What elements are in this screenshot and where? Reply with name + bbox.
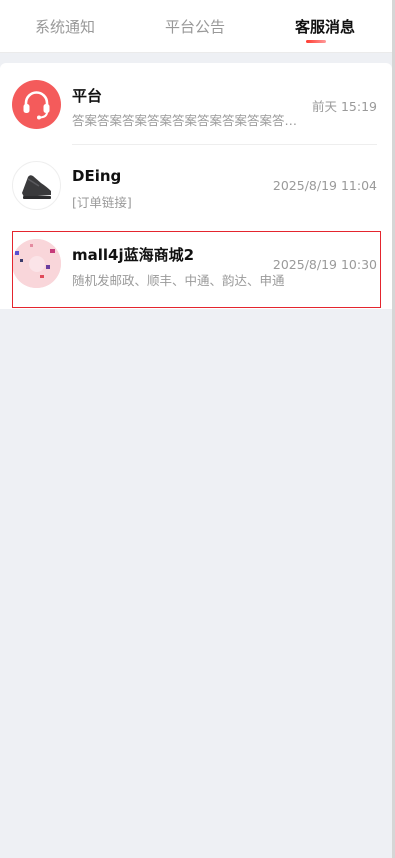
conversation-title: mall4j蓝海商城2 (72, 246, 195, 264)
tab-system-notice[interactable]: 系统通知 (0, 0, 130, 52)
conversation-item-platform[interactable]: 平台 答案答案答案答案答案答案答案答案答案答案答案 前天 15:19 (0, 63, 392, 145)
conversation-item-mall4j[interactable]: mall4j蓝海商城2 随机发邮政、顺丰、中通、韵达、申通 2025/8/19 … (0, 229, 392, 309)
active-tab-indicator (306, 40, 326, 43)
shoe-rack-product-image (12, 161, 61, 210)
conversation-time: 2025/8/19 11:04 (272, 178, 377, 193)
tab-bar: 系统通知 平台公告 客服消息 (0, 0, 392, 53)
conversation-preview: 答案答案答案答案答案答案答案答案答案答案答案 (72, 113, 304, 128)
store-logo-image (12, 239, 61, 288)
headset-icon (12, 80, 61, 129)
conversation-preview: 随机发邮政、顺丰、中通、韵达、申通 (72, 273, 285, 288)
conversation-list: 平台 答案答案答案答案答案答案答案答案答案答案答案 前天 15:19 DEing… (0, 63, 392, 309)
tab-customer-service-messages[interactable]: 客服消息 (260, 0, 390, 52)
conversation-item-deing[interactable]: DEing [订单链接] 2025/8/19 11:04 (0, 145, 392, 229)
tab-platform-announcement[interactable]: 平台公告 (130, 0, 260, 52)
conversation-preview: [订单链接] (72, 195, 132, 210)
conversation-title: DEing (72, 167, 122, 185)
conversation-time: 2025/8/19 10:30 (272, 257, 377, 272)
conversation-title: 平台 (72, 87, 103, 105)
conversation-time: 前天 15:19 (312, 99, 377, 114)
